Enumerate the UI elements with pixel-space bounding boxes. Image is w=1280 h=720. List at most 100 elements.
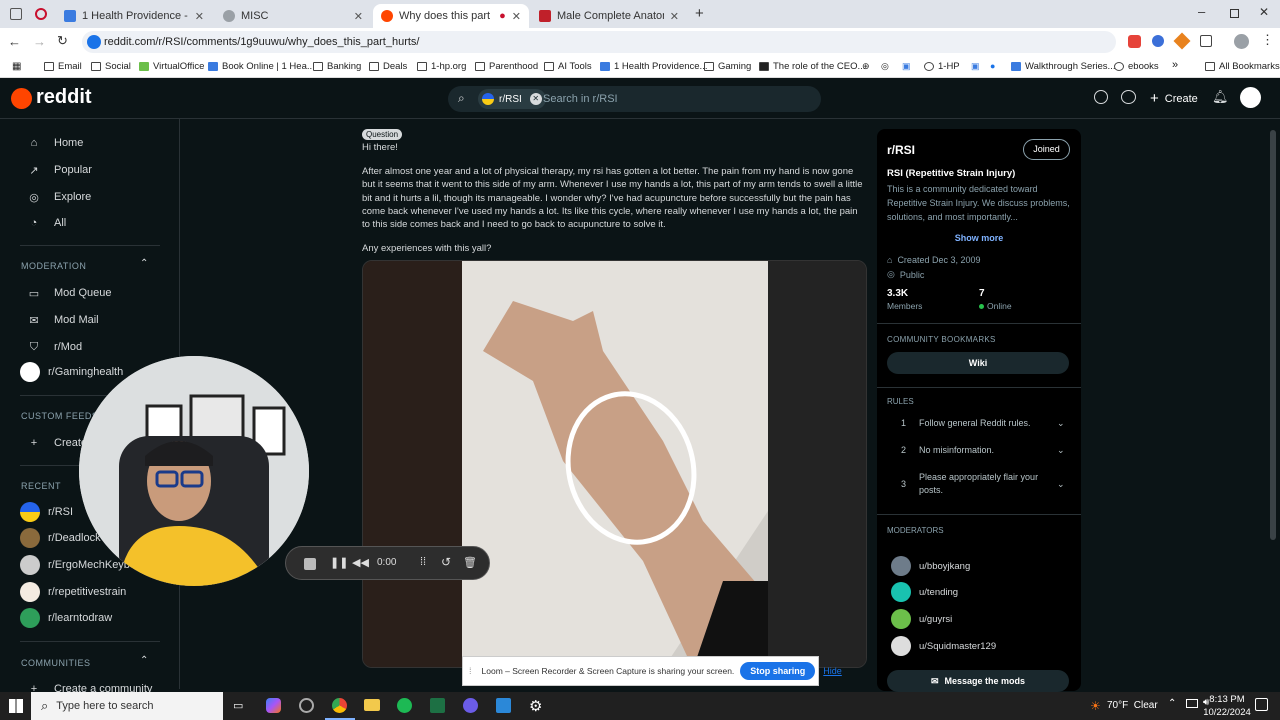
- bell-icon[interactable]: 🔔︎: [1212, 89, 1229, 105]
- calculator-icon[interactable]: [496, 698, 511, 713]
- bookmark-1hp[interactable]: 1-hp.org: [417, 61, 466, 72]
- close-tab-icon[interactable]: ✕: [512, 10, 521, 23]
- bookmark-ceo[interactable]: The role of the CEO...: [759, 61, 865, 72]
- close-tab-icon[interactable]: ✕: [670, 10, 679, 23]
- bookmark-social[interactable]: Social: [91, 61, 131, 72]
- bookmark-ai-tools[interactable]: AI Tools: [544, 61, 592, 72]
- tray-chevron-icon[interactable]: ⌃: [1168, 698, 1176, 709]
- chevron-up-icon[interactable]: ⌃: [140, 655, 148, 666]
- rewind-icon[interactable]: ◀◀: [352, 556, 369, 569]
- rule-item[interactable]: 3 Please appropriately flair your posts. ⌄: [887, 471, 1071, 497]
- drag-handle-icon[interactable]: ⁞⁞: [420, 556, 426, 568]
- tab-actions-icon[interactable]: [10, 8, 22, 20]
- chevron-up-icon[interactable]: ⌃: [140, 258, 148, 269]
- bookmark-walkthrough[interactable]: Walkthrough Series...: [1011, 61, 1115, 72]
- reddit-logo-icon[interactable]: [11, 88, 32, 109]
- communities-header[interactable]: COMMUNITIES: [21, 658, 91, 668]
- extensions-puzzle-icon[interactable]: [1200, 35, 1212, 47]
- bookmark-1hp-wordpress[interactable]: 1-HP: [924, 61, 960, 72]
- taskbar-search[interactable]: ⌕ Type here to search: [31, 692, 223, 720]
- metamask-icon[interactable]: [1173, 32, 1191, 50]
- extension-icon[interactable]: [1128, 35, 1141, 48]
- file-explorer-icon[interactable]: [364, 699, 380, 711]
- tab-anatomy[interactable]: Male Complete Anatomy | BioD ✕: [531, 4, 687, 28]
- nav-mod-queue[interactable]: ▭ Mod Queue: [26, 285, 112, 301]
- nav-all[interactable]: ◔ All: [26, 215, 67, 231]
- site-icon[interactable]: ◎: [881, 61, 889, 72]
- tab-reddit-post[interactable]: Why does this part hurts? : ● ✕: [373, 4, 529, 28]
- message-mods-button[interactable]: ✉ Message the mods: [887, 670, 1069, 692]
- bookmark-ebooks[interactable]: ebooks: [1114, 61, 1159, 72]
- chat-icon[interactable]: [1121, 90, 1136, 104]
- excel-icon[interactable]: [430, 698, 445, 713]
- back-icon[interactable]: ←: [8, 34, 21, 49]
- site-icon[interactable]: ▣: [902, 61, 911, 72]
- task-view-icon[interactable]: ▭: [233, 699, 243, 712]
- clear-chip-icon[interactable]: ✕: [529, 93, 542, 105]
- apps-grid-icon[interactable]: ▦: [12, 61, 21, 72]
- post-flair-badge[interactable]: Question: [362, 129, 403, 140]
- address-bar[interactable]: reddit.com/r/RSI/comments/1g9uuwu/why_do…: [82, 31, 1116, 53]
- app-icon[interactable]: [299, 698, 314, 713]
- all-bookmarks[interactable]: All Bookmarks: [1205, 61, 1280, 72]
- app-icon[interactable]: [463, 698, 478, 713]
- custom-feeds-header[interactable]: CUSTOM FEEDS: [21, 411, 98, 421]
- copilot-icon[interactable]: [266, 698, 281, 713]
- bookmark-book-online[interactable]: Book Online | 1 Hea...: [208, 61, 315, 72]
- bookmark-banking[interactable]: Banking: [313, 61, 361, 72]
- recent-r-repetitivestrain[interactable]: r/repetitivestrain: [20, 582, 126, 602]
- nav-explore[interactable]: ◎ Explore: [26, 189, 91, 205]
- moderator-item[interactable]: u/Squidmaster129: [891, 636, 996, 656]
- menu-kebab-icon[interactable]: ⋮: [1261, 32, 1274, 48]
- stop-sharing-button[interactable]: Stop sharing: [740, 662, 816, 680]
- close-tab-icon[interactable]: ✕: [354, 10, 363, 23]
- nav-r-gaminghealth[interactable]: r/Gaminghealth: [20, 362, 123, 382]
- close-window-icon[interactable]: ✕: [1259, 5, 1269, 19]
- extension-icon[interactable]: [1152, 35, 1164, 47]
- moderation-header[interactable]: MODERATION: [21, 261, 86, 271]
- reddit-wordmark[interactable]: reddit: [36, 86, 92, 109]
- bookmark-deals[interactable]: Deals: [369, 61, 407, 72]
- recent-header[interactable]: RECENT: [21, 481, 61, 491]
- more-bookmarks-icon[interactable]: »: [1172, 59, 1178, 71]
- recent-r-learntodraw[interactable]: r/learntodraw: [20, 608, 112, 628]
- show-more-link[interactable]: Show more: [877, 233, 1081, 243]
- post-image[interactable]: [362, 260, 867, 668]
- joined-button[interactable]: Joined: [1023, 139, 1070, 160]
- site-icon[interactable]: ⊕: [862, 61, 870, 72]
- close-tab-icon[interactable]: ✕: [195, 10, 204, 23]
- rule-item[interactable]: 1 Follow general Reddit rules. ⌄: [887, 418, 1071, 429]
- bookmark-parenthood[interactable]: Parenthood: [475, 61, 538, 72]
- site-icon[interactable]: ▣: [971, 61, 980, 72]
- nav-home[interactable]: ⌂ Home: [26, 135, 84, 151]
- bookmark-health-providence[interactable]: 1 Health Providence...: [600, 61, 707, 72]
- windows-start-icon[interactable]: [9, 699, 23, 713]
- stop-icon[interactable]: [304, 558, 316, 570]
- notifications-icon[interactable]: [1255, 698, 1268, 711]
- weather-text[interactable]: 70°F Clear: [1107, 700, 1158, 711]
- page-scrollbar[interactable]: [1270, 130, 1276, 540]
- search-placeholder[interactable]: Search in r/RSI: [543, 93, 618, 105]
- chrome-icon[interactable]: [332, 698, 347, 713]
- clock-time[interactable]: 8:13 PM: [1209, 694, 1245, 705]
- moderator-item[interactable]: u/bboyjkang: [891, 556, 970, 576]
- new-tab-icon[interactable]: +: [695, 5, 704, 22]
- nav-mod-mail[interactable]: ✉ Mod Mail: [26, 312, 98, 328]
- mod-shield-icon[interactable]: [1094, 90, 1108, 104]
- recent-r-rsi[interactable]: r/RSI: [20, 502, 73, 522]
- maximize-icon[interactable]: [1230, 9, 1239, 18]
- search-bar[interactable]: ⌕ r/RSI ✕ Search in r/RSI: [448, 86, 821, 112]
- url-text[interactable]: reddit.com/r/RSI/comments/1g9uuwu/why_do…: [104, 36, 420, 48]
- forward-icon[interactable]: →: [33, 34, 46, 49]
- bookmark-email[interactable]: Email: [44, 61, 82, 72]
- pause-icon[interactable]: ❚❚: [330, 556, 348, 569]
- webcam-bubble[interactable]: [79, 356, 309, 586]
- trash-icon[interactable]: 🗑︎: [463, 556, 477, 569]
- hide-link[interactable]: Hide: [823, 666, 842, 676]
- clock-date[interactable]: 10/22/2024: [1197, 707, 1257, 718]
- wiki-button[interactable]: Wiki: [887, 352, 1069, 374]
- spotify-icon[interactable]: [397, 698, 412, 713]
- settings-gear-icon[interactable]: ⚙: [529, 697, 542, 715]
- bookmark-gaming[interactable]: Gaming: [704, 61, 751, 72]
- create-button[interactable]: + Create: [1150, 90, 1198, 107]
